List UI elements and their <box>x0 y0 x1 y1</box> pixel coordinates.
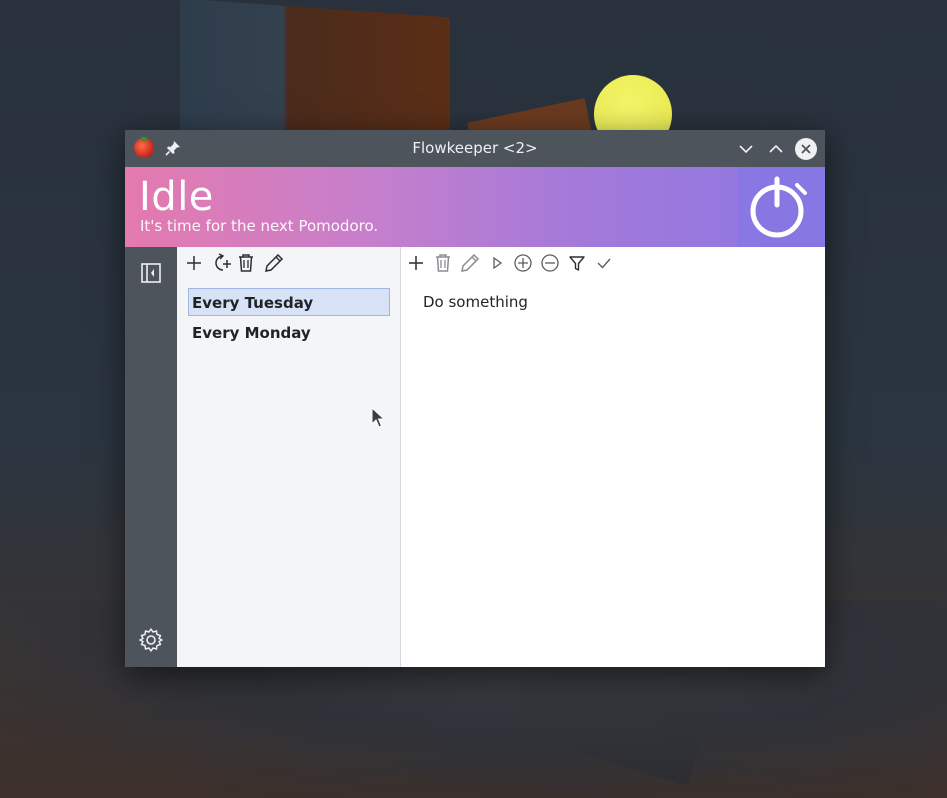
sidebar-toggle-icon[interactable] <box>139 261 163 285</box>
delete-backlog-icon[interactable] <box>235 252 257 274</box>
workitem-toolbar <box>401 247 825 277</box>
backlog-list: Every Tuesday Every Monday <box>188 288 390 348</box>
status-header: Idle It's time for the next Pomodoro. <box>125 167 825 247</box>
workitem-pane: Do something <box>401 247 825 667</box>
workitem-row[interactable]: Do something <box>423 288 803 316</box>
settings-gear-icon[interactable] <box>138 627 164 653</box>
add-from-incomplete-icon[interactable] <box>210 252 232 274</box>
add-backlog-icon[interactable] <box>183 252 205 274</box>
backlog-item[interactable]: Every Tuesday <box>188 288 390 316</box>
mouse-cursor <box>371 406 386 429</box>
add-pomodoro-icon[interactable] <box>512 252 534 274</box>
start-pomodoro-icon[interactable] <box>486 252 508 274</box>
app-window: Flowkeeper <2> Idle It's time for the ne… <box>125 130 825 667</box>
minimize-button[interactable] <box>735 138 757 160</box>
edit-workitem-icon[interactable] <box>459 252 481 274</box>
title-bar[interactable]: Flowkeeper <2> <box>125 130 825 167</box>
window-title: Flowkeeper <2> <box>412 139 538 157</box>
complete-workitem-icon[interactable] <box>593 252 615 274</box>
backlog-pane: Every Tuesday Every Monday <box>177 247 401 667</box>
timer-hint: It's time for the next Pomodoro. <box>140 217 379 235</box>
filter-icon[interactable] <box>566 252 588 274</box>
workitem-list: Do something <box>423 288 803 316</box>
add-workitem-icon[interactable] <box>405 252 427 274</box>
remove-pomodoro-icon[interactable] <box>539 252 561 274</box>
timer-widget[interactable] <box>737 167 825 247</box>
backlog-toolbar <box>177 247 400 277</box>
maximize-button[interactable] <box>765 138 787 160</box>
rename-backlog-icon[interactable] <box>263 252 285 274</box>
backlog-item[interactable]: Every Monday <box>188 318 390 346</box>
stopwatch-icon <box>750 176 807 238</box>
delete-workitem-icon[interactable] <box>432 252 454 274</box>
timer-state: Idle <box>139 174 214 220</box>
close-button[interactable] <box>795 138 817 160</box>
sidebar <box>125 247 177 667</box>
